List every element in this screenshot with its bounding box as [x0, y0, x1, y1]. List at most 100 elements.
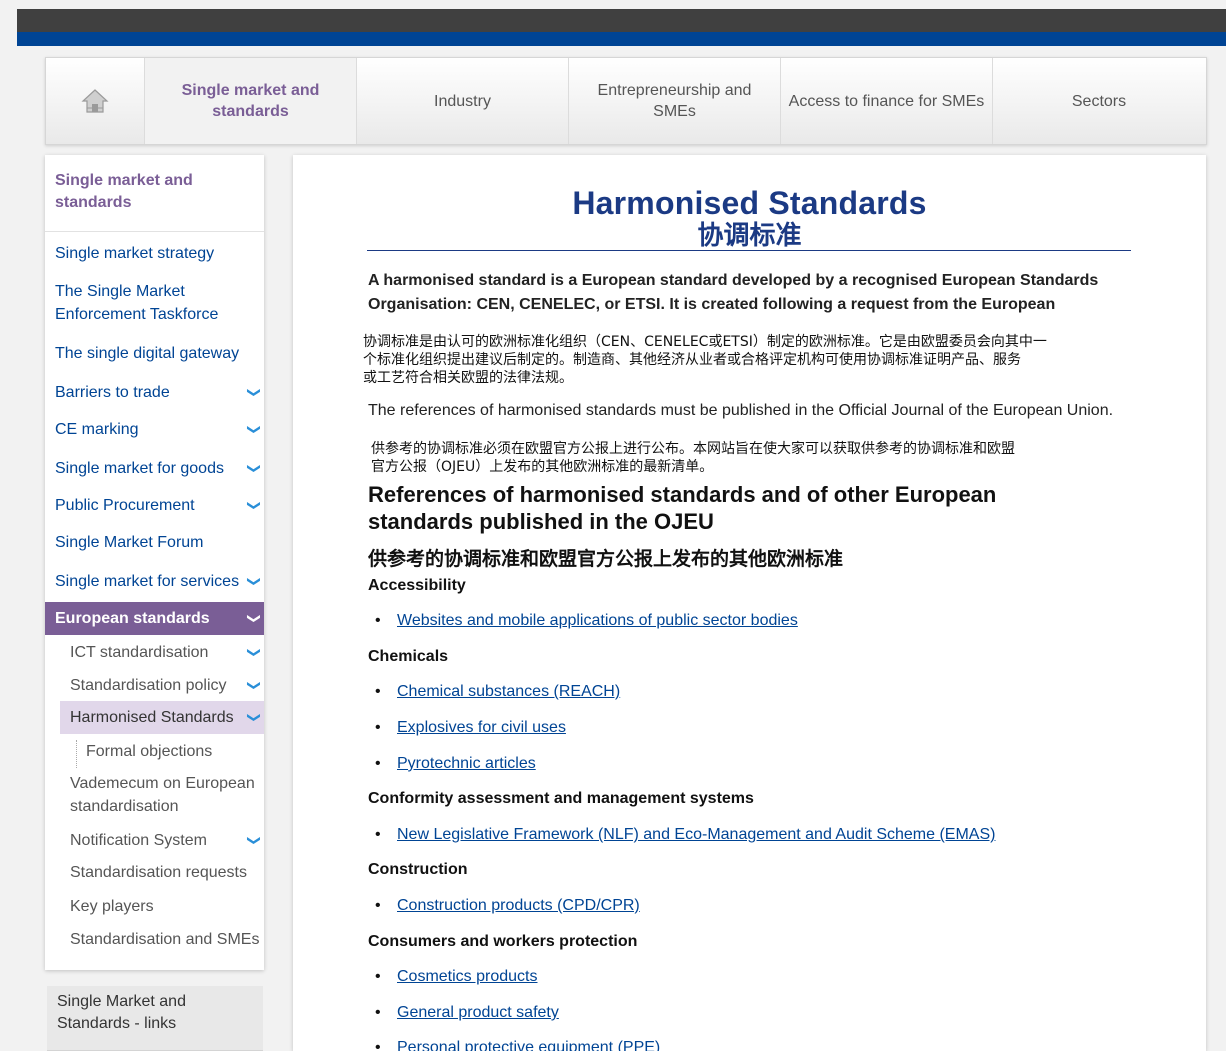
main-navigation: Single market and standards Industry Ent…: [45, 57, 1207, 145]
sidebar-subitem-label: Standardisation requests: [70, 864, 247, 881]
sidebar-subitem-current[interactable]: Harmonised Standards ❯: [60, 701, 264, 734]
sidebar-subitem[interactable]: Standardisation requests: [45, 861, 264, 884]
list-item: • Explosives for civil uses: [375, 719, 566, 736]
sidebar-item[interactable]: Single market for goods ❯: [45, 457, 264, 480]
sidebar-subitem-label: Vademecum on European standardisation: [70, 775, 255, 815]
brand-bar: [17, 32, 1226, 46]
standard-link[interactable]: Pyrotechnic articles: [397, 755, 536, 772]
intro-line-1: A harmonised standard is a European stan…: [368, 272, 1099, 289]
list-item: • Personal protective equipment (PPE): [375, 1039, 660, 1051]
sidebar-item-active[interactable]: European standards ❯: [45, 602, 264, 635]
sidebar-heading[interactable]: Single market and standards: [45, 155, 264, 232]
sidebar-item-label: Barriers to trade: [55, 384, 170, 401]
sidebar-item-label: Single market for goods: [55, 460, 224, 477]
nav-home[interactable]: [46, 58, 145, 144]
chevron-down-icon[interactable]: ❯: [238, 712, 271, 723]
chevron-down-icon[interactable]: ❯: [243, 424, 266, 435]
intro-cn-line-2: 个标准化组织提出建议后制定的。制造商、其他经济从业者或合格评定机构可使用协调标准…: [363, 352, 1021, 368]
standard-link[interactable]: Chemical substances (REACH): [397, 683, 620, 700]
standard-link[interactable]: General product safety: [397, 1004, 559, 1021]
home-icon[interactable]: [81, 88, 109, 114]
sidebar-subitem-label: Standardisation policy: [70, 677, 227, 694]
top-bar: [17, 9, 1226, 32]
chevron-down-icon[interactable]: ❯: [243, 500, 266, 511]
category-heading: Consumers and workers protection: [368, 933, 638, 950]
sidebar-subitem[interactable]: Standardisation and SMEs: [45, 928, 264, 951]
sidebar-item[interactable]: Public Procurement ❯: [45, 494, 264, 517]
chevron-down-icon[interactable]: ❯: [243, 647, 266, 658]
refs-cn-line-2: 官方公报（OJEU）上发布的其他欧洲标准的最新清单。: [371, 459, 714, 475]
sidebar-subitem-label: Notification System: [70, 832, 207, 849]
sidebar-subitem[interactable]: ICT standardisation ❯: [45, 641, 264, 664]
intro-line-2: Organisation: CEN, CENELEC, or ETSI. It …: [368, 296, 1056, 313]
section-title-line-2: standards published in the OJEU: [368, 509, 714, 534]
list-item: • Websites and mobile applications of pub…: [375, 612, 798, 629]
sidebar-subitem-label: Harmonised Standards: [70, 709, 234, 726]
category-heading: Construction: [368, 861, 468, 878]
sidebar-subitem[interactable]: Standardisation policy ❯: [45, 674, 264, 697]
sidebar-links-box[interactable]: Single Market and Standards - links: [47, 986, 263, 1051]
sidebar-subitem-label: Standardisation and SMEs: [70, 931, 260, 948]
list-item: • Construction products (CPD/CPR): [375, 897, 640, 914]
list-item: • General product safety: [375, 1004, 559, 1021]
title-divider: [367, 250, 1131, 251]
chevron-down-icon[interactable]: ❯: [243, 387, 266, 398]
standard-link[interactable]: Websites and mobile applications of publ…: [397, 612, 798, 629]
category-heading: Accessibility: [368, 577, 466, 594]
intro-cn-line-1: 协调标准是由认可的欧洲标准化组织（CEN、CENELEC或ETSI）制定的欧洲标…: [363, 334, 1047, 350]
sidebar-item-label: Single market strategy: [55, 245, 215, 262]
standard-link[interactable]: Cosmetics products: [397, 968, 538, 985]
sidebar-item-label: Single market for services: [55, 573, 240, 590]
nav-item-industry[interactable]: Industry: [357, 58, 569, 144]
nav-item-single-market[interactable]: Single market and standards: [145, 58, 357, 144]
sidebar-subitem[interactable]: Vademecum on European standardisation: [45, 772, 264, 818]
sidebar-subitem-label: ICT standardisation: [70, 644, 209, 661]
list-item: • Chemical substances (REACH): [375, 683, 621, 700]
sidebar-item[interactable]: CE marking ❯: [45, 418, 264, 441]
section-title-line-1: References of harmonised standards and o…: [368, 482, 997, 507]
sidebar-item-label: Single Market Forum: [55, 534, 204, 551]
nav-item-sectors[interactable]: Sectors: [993, 58, 1205, 144]
chevron-down-icon[interactable]: ❯: [238, 613, 271, 624]
refs-cn-box: 供参考的协调标准必须在欧盟官方公报上进行公布。本网站旨在使大家可以获取供参考的协…: [367, 421, 1127, 480]
section-title-cn: 供参考的协调标准和欧盟官方公报上发布的其他欧洲标准: [368, 548, 844, 570]
category-heading: Conformity assessment and management sys…: [368, 790, 754, 807]
sidebar-subitem-label: Formal objections: [86, 743, 213, 760]
nav-item-access-to-finance[interactable]: Access to finance for SMEs: [781, 58, 993, 144]
refs-cn-line-1: 供参考的协调标准必须在欧盟官方公报上进行公布。本网站旨在使大家可以获取供参考的协…: [371, 441, 1015, 457]
sidebar-item[interactable]: Single market strategy: [45, 242, 264, 265]
sidebar-item[interactable]: The single digital gateway: [45, 342, 264, 365]
refs-paragraph: The references of harmonised standards m…: [368, 402, 1114, 419]
standard-link[interactable]: Personal protective equipment (PPE): [397, 1039, 660, 1051]
sidebar-subitem-label: Key players: [70, 898, 154, 915]
tree-connector: [76, 740, 77, 768]
nav-item-entrepreneurship[interactable]: Entrepreneurship and SMEs: [569, 58, 781, 144]
sidebar: Single market and standards Single marke…: [45, 155, 264, 970]
list-item: • New Legislative Framework (NLF) and Eco…: [375, 826, 996, 843]
intro-cn-line-3: 或工艺符合相关欧盟的法律法规。: [363, 370, 573, 386]
sidebar-item-label: The single digital gateway: [55, 345, 240, 362]
main-content: Harmonised Standards 协调标准 A harmonised s…: [293, 155, 1206, 1051]
standard-link[interactable]: Explosives for civil uses: [397, 719, 566, 736]
chevron-down-icon[interactable]: ❯: [243, 463, 266, 474]
standard-link[interactable]: Construction products (CPD/CPR): [397, 897, 640, 914]
page-title-cn: 协调标准: [697, 220, 802, 250]
sidebar-item[interactable]: The Single Market Enforcement Taskforce: [45, 280, 264, 326]
sidebar-item[interactable]: Single Market Forum: [45, 531, 264, 554]
standard-link[interactable]: New Legislative Framework (NLF) and Eco-…: [397, 826, 995, 843]
chevron-down-icon[interactable]: ❯: [243, 576, 266, 587]
sidebar-subitem[interactable]: Notification System ❯: [45, 829, 264, 852]
chevron-down-icon[interactable]: ❯: [243, 680, 266, 691]
sidebar-item-label: European standards: [55, 610, 210, 627]
sidebar-item[interactable]: Single market for services ❯: [45, 570, 264, 593]
sidebar-subitem[interactable]: Formal objections: [45, 740, 264, 763]
sidebar-item-label: Public Procurement: [55, 497, 195, 514]
list-item: • Pyrotechnic articles: [375, 755, 536, 772]
sidebar-subitem[interactable]: Key players: [45, 895, 264, 918]
sidebar-item-label: CE marking: [55, 421, 139, 438]
list-item: • Cosmetics products: [375, 968, 538, 985]
sidebar-item-label: The Single Market Enforcement Taskforce: [55, 283, 219, 323]
chevron-down-icon[interactable]: ❯: [243, 835, 266, 846]
category-heading: Chemicals: [368, 648, 449, 665]
sidebar-item[interactable]: Barriers to trade ❯: [45, 381, 264, 404]
